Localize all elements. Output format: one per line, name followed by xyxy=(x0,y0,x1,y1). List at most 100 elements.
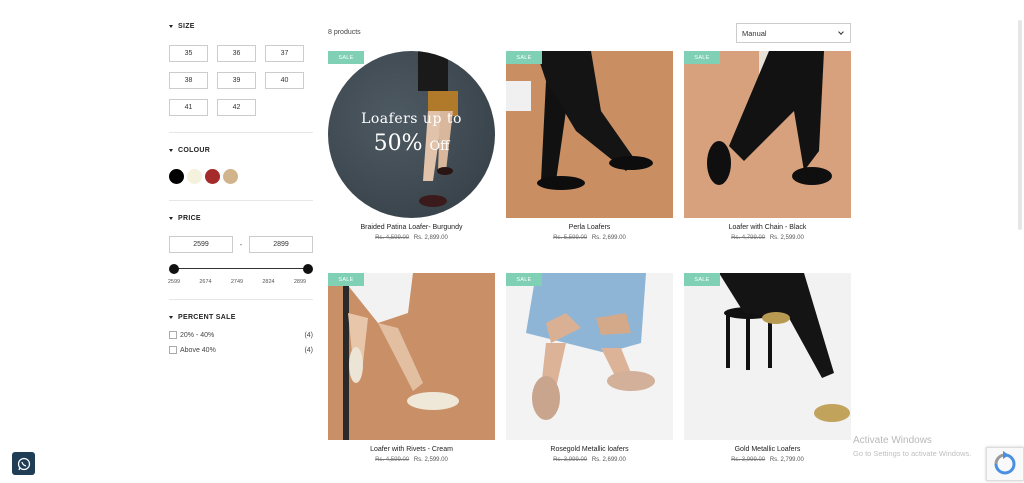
caret-down-icon xyxy=(169,315,173,319)
product-image[interactable]: SALE xyxy=(506,51,673,218)
whatsapp-button[interactable] xyxy=(12,452,35,475)
percent-sale-option[interactable]: 20% - 40% (4) xyxy=(169,330,313,340)
price-slider-ticks: 2599 2674 2749 2824 2899 xyxy=(168,279,308,285)
promo-discount: 50% Off xyxy=(328,131,495,156)
price-slider-track xyxy=(174,268,308,269)
price-tick: 2899 xyxy=(293,279,307,285)
sale-badge: SALE xyxy=(684,273,720,286)
size-option[interactable]: 42 xyxy=(217,99,256,116)
original-price: Rs. 4,599.00 xyxy=(375,235,410,241)
price-slider-max-handle[interactable] xyxy=(303,264,313,274)
sale-price: Rs. 2,699.00 xyxy=(591,457,626,463)
percent-sale-option[interactable]: Above 40% (4) xyxy=(169,345,313,355)
product-price: Rs. 3,999.00 Rs. 2,699.00 xyxy=(506,457,673,463)
activate-windows-subtitle: Go to Settings to activate Windows. xyxy=(853,449,972,458)
product-count: 8 products xyxy=(328,29,361,36)
scrollbar[interactable] xyxy=(1018,20,1022,230)
product-name[interactable]: Rosegold Metallic loafers xyxy=(506,446,673,453)
product-photo-image xyxy=(684,273,851,440)
product-image[interactable]: Loafers up to 50% Off SALE xyxy=(328,51,495,218)
chevron-down-icon xyxy=(838,29,844,35)
filter-colour-header[interactable]: COLOUR xyxy=(169,142,313,158)
size-option[interactable]: 35 xyxy=(169,45,208,62)
sale-badge: SALE xyxy=(328,51,364,64)
percent-sale-option-label-wrap: 20% - 40% xyxy=(169,331,214,339)
product-price: Rs. 4,799.00 Rs. 2,599.00 xyxy=(684,235,851,241)
filter-percent-sale-header[interactable]: PERCENT SALE xyxy=(169,309,313,325)
caret-down-icon xyxy=(169,148,173,152)
colour-swatch-black[interactable] xyxy=(169,169,184,184)
filter-price-title: PRICE xyxy=(178,214,201,222)
product-photo-image xyxy=(684,51,851,218)
product-card[interactable]: Loafers up to 50% Off SALE Braided Patin… xyxy=(328,51,495,241)
price-tick: 2824 xyxy=(262,279,275,285)
filter-sidebar: SIZE 35 36 37 38 39 40 41 42 COLOUR PRIC… xyxy=(168,18,313,355)
original-price: Rs. 5,599.00 xyxy=(553,235,588,241)
promo-discount-value: 50% xyxy=(373,131,423,156)
caret-down-icon xyxy=(169,24,173,28)
size-options: 35 36 37 38 39 40 41 42 xyxy=(169,45,313,116)
filter-price-header[interactable]: PRICE xyxy=(169,210,313,226)
size-option[interactable]: 39 xyxy=(217,72,256,89)
product-photo-image xyxy=(328,273,495,440)
whatsapp-icon xyxy=(17,457,30,470)
size-option[interactable]: 41 xyxy=(169,99,208,116)
recaptcha-badge[interactable] xyxy=(986,447,1024,481)
colour-swatch-cream[interactable] xyxy=(187,169,202,184)
product-image[interactable]: SALE xyxy=(328,273,495,440)
filter-size-header[interactable]: SIZE xyxy=(169,18,313,34)
product-image[interactable]: SALE xyxy=(684,273,851,440)
price-dash: - xyxy=(239,240,243,249)
sale-badge: SALE xyxy=(506,273,542,286)
price-slider xyxy=(169,263,313,275)
product-name[interactable]: Braided Patina Loafer- Burgundy xyxy=(328,224,495,231)
caret-down-icon xyxy=(169,216,173,220)
product-name[interactable]: Loafer with Chain - Black xyxy=(684,224,851,231)
sale-badge: SALE xyxy=(684,51,720,64)
checkbox[interactable] xyxy=(169,331,177,339)
original-price: Rs. 4,799.00 xyxy=(731,235,766,241)
product-image[interactable]: SALE xyxy=(684,51,851,218)
product-card[interactable]: SALE Rosegold Metallic loafers Rs. 3,999… xyxy=(506,273,673,463)
original-price: Rs. 3,999.00 xyxy=(731,457,766,463)
product-card[interactable]: SALE Loafer with Rivets - Cream Rs. 4,59… xyxy=(328,273,495,463)
product-card[interactable]: SALE Loafer with Chain - Black Rs. 4,799… xyxy=(684,51,851,241)
product-photo-image xyxy=(506,273,673,440)
product-name[interactable]: Loafer with Rivets - Cream xyxy=(328,446,495,453)
sort-select[interactable]: Manual xyxy=(736,23,851,43)
original-price: Rs. 4,599.00 xyxy=(375,457,410,463)
divider xyxy=(169,299,313,300)
promo-discount-off: Off xyxy=(429,139,450,154)
product-image[interactable]: SALE xyxy=(506,273,673,440)
size-option[interactable]: 37 xyxy=(265,45,304,62)
sale-price: Rs. 2,699.00 xyxy=(591,235,626,241)
filter-size-title: SIZE xyxy=(178,22,195,30)
size-option[interactable]: 36 xyxy=(217,45,256,62)
checkbox[interactable] xyxy=(169,346,177,354)
price-slider-min-handle[interactable] xyxy=(169,264,179,274)
percent-sale-option-count: (4) xyxy=(304,331,313,339)
product-name[interactable]: Perla Loafers xyxy=(506,224,673,231)
size-option[interactable]: 40 xyxy=(265,72,304,89)
sale-price: Rs. 2,899.00 xyxy=(413,235,448,241)
price-tick: 2749 xyxy=(230,279,244,285)
activate-windows-title: Activate Windows xyxy=(853,435,932,446)
price-inputs: 2599 - 2899 xyxy=(169,236,313,253)
product-name[interactable]: Gold Metallic Loafers xyxy=(684,446,851,453)
size-option[interactable]: 38 xyxy=(169,72,208,89)
product-photo-image xyxy=(506,51,673,218)
sale-price: Rs. 2,599.00 xyxy=(769,235,804,241)
percent-sale-option-label-wrap: Above 40% xyxy=(169,346,216,354)
colour-swatch-tan[interactable] xyxy=(223,169,238,184)
sale-price: Rs. 2,599.00 xyxy=(413,457,448,463)
product-card[interactable]: SALE Perla Loafers Rs. 5,599.00 Rs. 2,69… xyxy=(506,51,673,241)
price-tick: 2599 xyxy=(167,279,181,285)
product-card[interactable]: SALE Gold Metallic Loafers Rs. 3,999.00 … xyxy=(684,273,851,463)
product-price: Rs. 4,599.00 Rs. 2,899.00 xyxy=(328,235,495,241)
product-listing-page: SIZE 35 36 37 38 39 40 41 42 COLOUR PRIC… xyxy=(0,0,1024,483)
price-max-input[interactable]: 2899 xyxy=(249,236,313,253)
price-min-input[interactable]: 2599 xyxy=(169,236,233,253)
colour-swatch-red[interactable] xyxy=(205,169,220,184)
sale-badge: SALE xyxy=(506,51,542,64)
original-price: Rs. 3,999.00 xyxy=(553,457,588,463)
